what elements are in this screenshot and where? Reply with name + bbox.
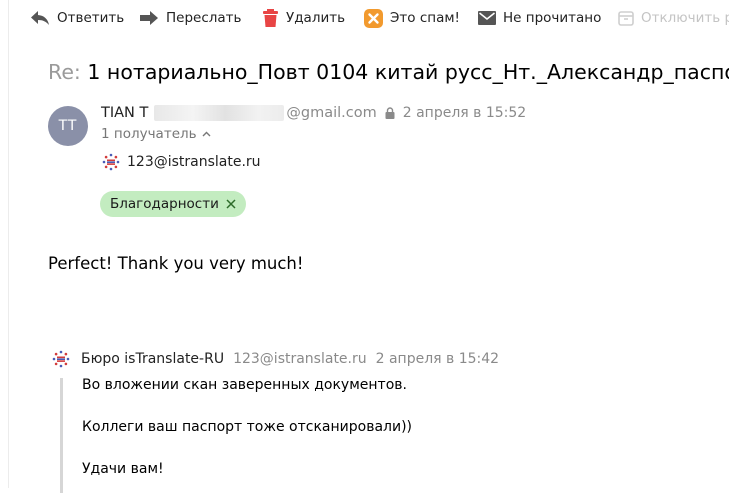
quote-bar [60, 378, 63, 493]
quoted-line: Удачи вам! [82, 461, 164, 477]
envelope-icon [478, 11, 496, 25]
subject-text: 1 нотариально_Повт 0104 китай русс_Нт._А… [87, 60, 729, 84]
quoted-line: Во вложении скан заверенных документов. [82, 377, 407, 393]
message-subject: Re: 1 нотариально_Повт 0104 китай русс_Н… [48, 60, 729, 84]
spam-label: Это спам! [390, 10, 460, 26]
recipient-item[interactable]: 123@istranslate.ru [102, 153, 261, 171]
disabled-action-button[interactable]: Отключить ра [618, 8, 729, 28]
recipients-toggle[interactable]: 1 получатель [101, 126, 211, 142]
reply-label: Ответить [57, 10, 125, 26]
mark-unread-button[interactable]: Не прочитано [478, 8, 601, 28]
spam-button[interactable]: Это спам! [364, 8, 460, 28]
remove-label-button[interactable] [226, 199, 236, 209]
sender-avatar[interactable]: TT [48, 106, 88, 146]
reply-button[interactable]: Ответить [30, 8, 124, 28]
istranslate-logo-icon [102, 153, 120, 171]
close-icon [226, 199, 236, 209]
quoted-line: Коллеги ваш паспорт тоже отсканировали)) [82, 419, 413, 435]
forward-button[interactable]: Переслать [140, 8, 241, 28]
delete-button[interactable]: Удалить [262, 8, 345, 28]
quoted-sender-email[interactable]: 123@istranslate.ru [233, 351, 367, 367]
archive-icon [618, 11, 634, 26]
message-date: 2 апреля в 15:52 [402, 105, 527, 121]
quoted-date: 2 апреля в 15:42 [375, 351, 500, 367]
subject-prefix: Re: [48, 60, 81, 84]
reply-icon [31, 11, 49, 25]
forward-icon [140, 11, 158, 25]
spam-icon [364, 8, 383, 28]
disabled-action-label: Отключить ра [641, 10, 729, 26]
label-text: Благодарности [110, 196, 219, 212]
message-body: Perfect! Thank you very much! [48, 254, 304, 273]
sender-line: TIAN T @gmail.com 2 апреля в 15:52 [101, 104, 526, 122]
sender-name[interactable]: TIAN T [101, 105, 148, 121]
redacted-address [154, 105, 285, 121]
forward-label: Переслать [166, 10, 242, 26]
trash-icon [263, 9, 278, 27]
quoted-sender-name[interactable]: Бюро isTranslate-RU [81, 351, 224, 367]
message-label[interactable]: Благодарности [100, 191, 246, 217]
lock-icon [385, 107, 395, 119]
delete-label: Удалить [286, 10, 346, 26]
pane-divider [8, 0, 9, 488]
recipients-count: 1 получатель [101, 126, 197, 142]
istranslate-logo-icon [52, 350, 70, 368]
recipient-email: 123@istranslate.ru [127, 154, 261, 170]
sender-domain[interactable]: @gmail.com [286, 105, 376, 121]
quoted-header: Бюро isTranslate-RU 123@istranslate.ru 2… [52, 350, 499, 368]
mark-unread-label: Не прочитано [503, 10, 602, 26]
message-toolbar: Ответить Переслать Удалить Это спам! Не … [30, 8, 729, 28]
chevron-up-icon [202, 131, 211, 137]
